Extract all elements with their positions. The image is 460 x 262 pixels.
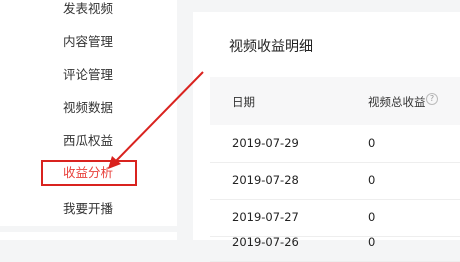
sidebar-item-content-management[interactable]: 内容管理 [0,30,177,54]
cell-date: 2019-07-28 [232,173,299,187]
column-header-date: 日期 [232,95,255,109]
sidebar-item-label: 发表视频 [63,1,114,16]
sidebar-panel-bottom [0,232,177,240]
table-row: 2019-07-28 0 [210,162,460,200]
info-icon[interactable]: ? [426,93,438,105]
revenue-detail-panel: 视频收益明细 日期 视频总收益 ? 2019-07-29 0 2019-07-2… [193,12,460,262]
cell-date: 2019-07-29 [232,136,299,150]
cell-date: 2019-07-26 [232,235,299,249]
cell-revenue: 0 [368,210,376,224]
cell-revenue: 0 [368,136,376,150]
sidebar-item-comment-management[interactable]: 评论管理 [0,63,177,87]
table-header: 日期 视频总收益 ? [210,77,460,125]
cell-revenue: 0 [368,235,376,249]
annotation-highlight-box [41,160,137,186]
column-header-video-revenue: 视频总收益 [368,95,426,109]
sidebar-nav: 发表视频 内容管理 评论管理 视频数据 西瓜权益 收益分析 我要开播 [0,0,177,226]
sidebar-item-label: 我要开播 [63,201,114,216]
sidebar-item-go-live[interactable]: 我要开播 [0,197,177,221]
sidebar-item-label: 内容管理 [63,34,114,49]
sidebar-item-label: 西瓜权益 [63,133,114,148]
sidebar-item-video-data[interactable]: 视频数据 [0,96,177,120]
sidebar-item-xigua-rights[interactable]: 西瓜权益 [0,129,177,153]
page-title: 视频收益明细 [229,39,313,55]
sidebar-item-publish-video[interactable]: 发表视频 [0,0,177,21]
sidebar-item-label: 评论管理 [63,67,114,82]
sidebar-item-label: 视频数据 [63,100,114,115]
cell-date: 2019-07-27 [232,210,299,224]
table-row: 2019-07-26 0 [210,224,460,262]
cell-revenue: 0 [368,173,376,187]
table-row: 2019-07-29 0 [210,125,460,163]
